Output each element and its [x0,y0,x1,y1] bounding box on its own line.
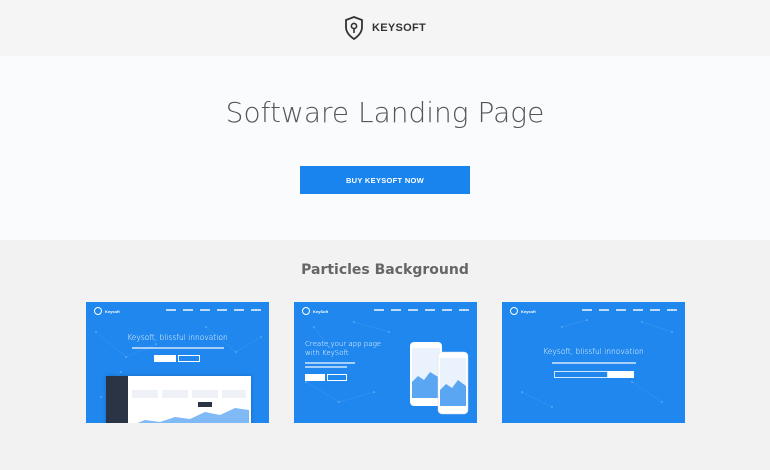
dashboard-preview [106,376,251,423]
card-secondary-button [178,355,200,362]
dashboard-sidebar [106,376,128,423]
card-nav: Keysoft [502,302,685,318]
phones-mockup [410,342,469,415]
demo-card-2[interactable]: KeySoft Create your app page with KeySof… [294,302,477,423]
card-menu [374,309,469,311]
dashboard-area-chart [132,390,249,423]
buy-now-button[interactable]: BUY KEYSOFT NOW [300,166,470,194]
card-menu [582,309,677,311]
logo-mark-icon [510,307,518,315]
demo-card-3[interactable]: Keysoft Keysoft, blissful innovation [502,302,685,423]
card-heading-line2: with KeySoft [305,349,349,357]
brand-logo[interactable]: KEYSOFT [344,16,426,40]
card-logo-text: KeySoft [313,308,329,314]
card-logo: KeySoft [302,307,328,315]
card-subtext-line [305,366,347,368]
card-logo: Keysoft [510,307,536,315]
card-primary-button [154,355,176,362]
card-subtext-line [552,362,636,364]
demos-section: Particles Background Keysoft Keysoft, bl… [0,240,770,470]
card-secondary-button [327,374,347,381]
card-heading: Keysoft, blissful innovation [127,333,228,342]
card-logo-text: Keysoft [521,308,536,314]
card-subtext-line [305,362,355,364]
card-heading: Keysoft, blissful innovation [543,347,644,356]
card-subtext-line [132,347,224,349]
card-primary-button [305,374,325,381]
card-logo-text: Keysoft [105,308,120,314]
section-title: Particles Background [301,262,469,278]
card-logo: Keysoft [94,307,120,315]
hero-section: Software Landing Page BUY KEYSOFT NOW [0,56,770,240]
card-email-input [554,371,608,378]
page-title: Software Landing Page [225,96,545,129]
brand-name: KEYSOFT [371,22,427,34]
card-nav: KeySoft [294,302,477,318]
card-heading-line1: Create your app page [305,340,382,348]
card-nav: Keysoft [86,302,269,318]
logo-mark-icon [94,307,102,315]
card-menu [166,309,261,311]
logo-mark-icon [302,307,310,315]
shield-key-icon [345,16,363,40]
card-submit-button [608,371,634,378]
site-header: KEYSOFT [0,0,770,56]
demo-card-1[interactable]: Keysoft Keysoft, blissful innovation [86,302,269,423]
